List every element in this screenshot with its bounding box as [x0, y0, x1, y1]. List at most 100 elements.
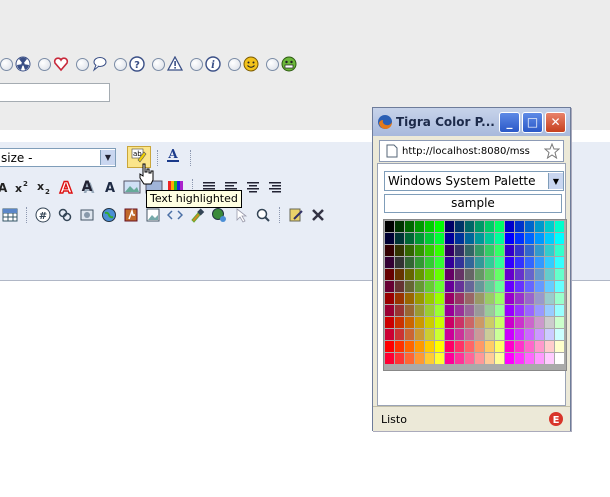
radio-button[interactable]	[152, 57, 165, 71]
color-swatch[interactable]	[545, 257, 554, 268]
color-swatch[interactable]	[385, 305, 394, 316]
color-swatch[interactable]	[455, 245, 464, 256]
color-swatch[interactable]	[445, 257, 454, 268]
code-icon[interactable]	[165, 205, 185, 225]
world-link-icon[interactable]	[209, 205, 229, 225]
color-swatch[interactable]	[385, 257, 394, 268]
color-swatch[interactable]	[505, 293, 514, 304]
color-swatch[interactable]	[395, 353, 404, 364]
color-swatch[interactable]	[545, 353, 554, 364]
color-swatch[interactable]	[395, 245, 404, 256]
color-swatch[interactable]	[455, 305, 464, 316]
color-swatch[interactable]	[505, 317, 514, 328]
color-swatch[interactable]	[555, 281, 564, 292]
color-swatch[interactable]	[545, 341, 554, 352]
emoticon-option-info[interactable]: i	[190, 56, 221, 72]
color-swatch[interactable]	[445, 233, 454, 244]
color-swatch[interactable]	[415, 257, 424, 268]
color-swatch[interactable]	[415, 305, 424, 316]
emoticon-option-grin[interactable]	[266, 56, 297, 72]
color-swatch[interactable]	[425, 317, 434, 328]
chevron-down-icon[interactable]: ▼	[548, 173, 563, 189]
color-swatch[interactable]	[465, 281, 474, 292]
color-swatch[interactable]	[535, 281, 544, 292]
color-swatch[interactable]	[535, 317, 544, 328]
color-swatch[interactable]	[435, 353, 444, 364]
color-swatch[interactable]	[495, 257, 504, 268]
color-swatch[interactable]	[555, 341, 564, 352]
color-swatch[interactable]	[455, 293, 464, 304]
color-swatch[interactable]	[465, 305, 474, 316]
color-swatch[interactable]	[415, 281, 424, 292]
globe-icon[interactable]	[99, 205, 119, 225]
color-swatch[interactable]	[405, 329, 414, 340]
color-swatch[interactable]	[535, 245, 544, 256]
tools-icon[interactable]	[308, 205, 328, 225]
color-swatch[interactable]	[525, 257, 534, 268]
color-swatch[interactable]	[465, 257, 474, 268]
color-swatch[interactable]	[435, 281, 444, 292]
color-swatch[interactable]	[555, 353, 564, 364]
color-swatch[interactable]	[415, 221, 424, 232]
color-swatch[interactable]	[475, 233, 484, 244]
color-swatch[interactable]	[545, 317, 554, 328]
color-swatch[interactable]	[465, 233, 474, 244]
color-swatch[interactable]	[385, 221, 394, 232]
color-swatch[interactable]	[485, 329, 494, 340]
color-swatch[interactable]	[515, 305, 524, 316]
color-swatch[interactable]	[395, 281, 404, 292]
color-swatch[interactable]	[405, 245, 414, 256]
color-swatch[interactable]	[485, 341, 494, 352]
color-swatch[interactable]	[525, 293, 534, 304]
color-swatch[interactable]	[445, 353, 454, 364]
color-swatch[interactable]	[505, 305, 514, 316]
color-swatch[interactable]	[425, 245, 434, 256]
color-swatch[interactable]	[495, 281, 504, 292]
color-swatch[interactable]	[475, 221, 484, 232]
font-color-button[interactable]: A	[163, 146, 183, 166]
color-swatch[interactable]	[435, 293, 444, 304]
color-swatch[interactable]	[555, 221, 564, 232]
color-swatch[interactable]	[495, 341, 504, 352]
color-swatch[interactable]	[475, 329, 484, 340]
anchor-icon[interactable]: #	[33, 205, 53, 225]
color-swatch[interactable]	[395, 305, 404, 316]
color-swatch[interactable]	[405, 353, 414, 364]
color-swatch[interactable]	[465, 329, 474, 340]
color-swatch[interactable]	[415, 329, 424, 340]
color-swatch[interactable]	[435, 257, 444, 268]
color-swatch[interactable]	[415, 245, 424, 256]
color-swatch[interactable]	[485, 281, 494, 292]
color-swatch[interactable]	[505, 353, 514, 364]
color-swatch[interactable]	[545, 245, 554, 256]
color-swatch[interactable]	[535, 293, 544, 304]
color-swatch[interactable]	[385, 353, 394, 364]
color-swatch[interactable]	[395, 233, 404, 244]
color-swatch[interactable]	[485, 245, 494, 256]
color-swatch[interactable]	[385, 269, 394, 280]
color-swatch[interactable]	[415, 233, 424, 244]
edit-document-icon[interactable]	[286, 205, 306, 225]
color-swatch[interactable]	[435, 245, 444, 256]
color-swatch[interactable]	[435, 329, 444, 340]
color-swatch[interactable]	[555, 257, 564, 268]
color-swatch[interactable]	[435, 269, 444, 280]
color-swatch[interactable]	[475, 245, 484, 256]
color-swatch[interactable]	[395, 317, 404, 328]
maximize-button[interactable]: □	[522, 111, 543, 133]
color-swatch[interactable]	[485, 257, 494, 268]
radio-button[interactable]	[266, 57, 279, 71]
color-swatch[interactable]	[475, 317, 484, 328]
color-swatch[interactable]	[555, 245, 564, 256]
radio-button[interactable]	[228, 57, 241, 71]
color-swatch[interactable]	[435, 341, 444, 352]
color-swatch[interactable]	[555, 305, 564, 316]
color-swatch[interactable]	[475, 269, 484, 280]
color-swatch[interactable]	[425, 341, 434, 352]
close-button[interactable]: ✕	[545, 111, 566, 133]
color-swatch[interactable]	[515, 341, 524, 352]
color-swatch[interactable]	[525, 305, 534, 316]
color-swatch[interactable]	[405, 281, 414, 292]
color-swatch[interactable]	[535, 257, 544, 268]
emoticon-option-smiley[interactable]	[228, 56, 259, 72]
